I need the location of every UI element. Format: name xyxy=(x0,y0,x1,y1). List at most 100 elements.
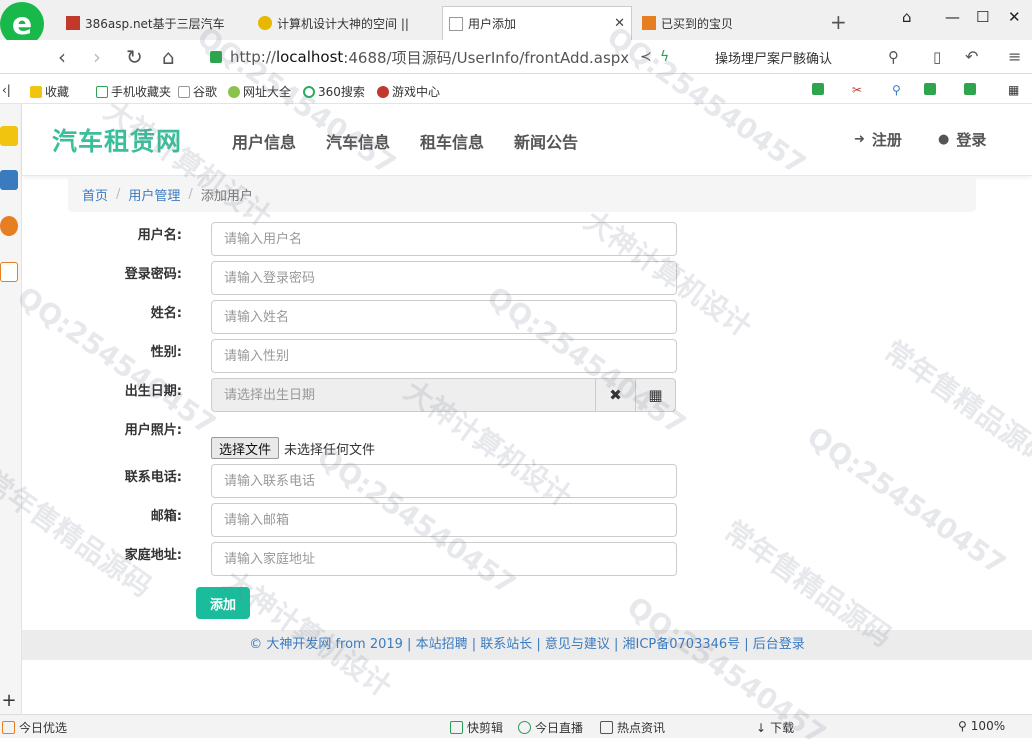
breadcrumb-home[interactable]: 首页 xyxy=(82,185,108,204)
password-input[interactable] xyxy=(211,261,677,295)
email-label: 邮箱: xyxy=(150,509,182,524)
address-bar-row: ‹ › ↻ ⌂ http://localhost:4688/项目源码/UserI… xyxy=(0,40,1032,74)
url-field[interactable]: http://localhost:4688/项目源码/UserInfo/fron… xyxy=(210,46,635,68)
add-button[interactable]: 添加 xyxy=(196,587,250,619)
bookmark-google[interactable]: 谷歌 xyxy=(178,83,217,100)
breadcrumb-separator: / xyxy=(116,186,121,202)
tab-designer-space[interactable]: 计算机设计大神的空间 || xyxy=(252,8,437,38)
photo-file-input: 选择文件 未选择任何文件 xyxy=(211,437,375,459)
nav-car-info[interactable]: 汽车信息 xyxy=(326,129,390,153)
password-label: 登录密码: xyxy=(124,267,182,282)
home-icon[interactable]: ⌂ xyxy=(162,45,175,69)
star-icon xyxy=(30,85,42,98)
maximize-icon[interactable]: ☐ xyxy=(976,8,989,26)
bookmark-favorites[interactable]: 收藏 xyxy=(30,83,69,100)
video-icon xyxy=(450,721,463,734)
wallet-icon[interactable] xyxy=(964,83,979,95)
globe-icon xyxy=(228,85,240,98)
news-icon xyxy=(600,721,613,734)
star-icon xyxy=(258,16,272,30)
bookmarks-prefix[interactable]: ‹| xyxy=(2,83,11,97)
page-icon xyxy=(178,85,190,98)
phone-input[interactable] xyxy=(211,464,677,498)
nav-rental-info[interactable]: 租车信息 xyxy=(420,129,484,153)
status-live[interactable]: 今日直播 xyxy=(518,719,583,736)
tab-386asp[interactable]: 386asp.net基于三层汽车 xyxy=(60,8,245,38)
bookmark-mobile[interactable]: 手机收藏夹 xyxy=(96,83,171,100)
file-status: 未选择任何文件 xyxy=(284,442,376,458)
close-tab-icon[interactable]: ✕ xyxy=(614,16,625,31)
nav-news[interactable]: 新闻公告 xyxy=(514,129,578,153)
360-icon xyxy=(303,85,315,98)
mail-icon[interactable] xyxy=(0,126,18,146)
breadcrumb-user-management[interactable]: 用户管理 xyxy=(128,185,180,204)
translate-icon[interactable] xyxy=(812,83,827,95)
shirt-icon[interactable]: ⌂ xyxy=(902,8,912,26)
phone-icon xyxy=(96,85,108,98)
browser-sidebar: + xyxy=(0,104,22,716)
username-label: 用户名: xyxy=(137,228,182,243)
reload-icon[interactable]: ↻ xyxy=(126,45,143,69)
login-link[interactable]: ● 登录 xyxy=(938,129,986,150)
magnifier-icon[interactable]: ⚲ xyxy=(892,83,901,97)
birthday-label: 出生日期: xyxy=(124,384,182,399)
breadcrumb-current: 添加用户 xyxy=(200,188,253,204)
bookmarks-bar: ‹| 收藏 手机收藏夹 谷歌 网址大全 360搜索 游戏中心 ✂ ⚲ ▦ xyxy=(0,78,1032,104)
tablet-icon[interactable]: ▯ xyxy=(933,48,941,66)
clear-date-icon[interactable]: ✖ xyxy=(596,378,636,412)
tab-user-add[interactable]: 用户添加 ✕ xyxy=(442,6,632,40)
share-icon[interactable]: ≺ xyxy=(640,49,652,65)
forward-icon[interactable]: › xyxy=(93,45,101,69)
watermark: QQ:254540457 xyxy=(801,420,1012,582)
search-box[interactable]: 操场埋尸案尸骸确认 xyxy=(715,46,915,68)
download-icon: ↓ xyxy=(756,720,767,735)
breadcrumb-separator: / xyxy=(188,186,193,202)
apps-grid-icon[interactable]: ▦ xyxy=(1008,83,1019,97)
birthday-input[interactable] xyxy=(211,378,596,412)
new-tab-button[interactable]: + xyxy=(830,10,847,34)
phone-label: 联系电话: xyxy=(124,470,182,485)
back-icon[interactable]: ‹ xyxy=(58,45,66,69)
favicon-icon xyxy=(66,16,80,30)
secure-shield-icon xyxy=(210,51,222,63)
game-icon xyxy=(377,85,389,98)
photo-label: 用户照片: xyxy=(124,423,182,438)
username-input[interactable] xyxy=(211,222,677,256)
name-input[interactable] xyxy=(211,300,677,334)
undo-icon[interactable]: ↶ xyxy=(965,47,978,66)
gender-input[interactable] xyxy=(211,339,677,373)
bookmark-360[interactable]: 360搜索 xyxy=(303,83,365,100)
favicon-icon xyxy=(642,16,656,30)
address-input[interactable] xyxy=(211,542,677,576)
minimize-icon[interactable]: — xyxy=(945,8,960,26)
bookmark-sites[interactable]: 网址大全 xyxy=(228,83,291,100)
site-footer[interactable]: © 大神开发网 from 2019 | 本站招聘 | 联系站长 | 意见与建议 … xyxy=(22,630,1032,660)
status-download[interactable]: ↓ 下载 xyxy=(756,719,794,736)
lightning-icon[interactable]: ϟ xyxy=(660,49,669,65)
nav-user-info[interactable]: 用户信息 xyxy=(232,129,296,153)
scissors-icon[interactable]: ✂ xyxy=(852,83,862,97)
zoom-level[interactable]: ⚲ 100% xyxy=(958,719,1005,733)
tab-purchased[interactable]: 已买到的宝贝 xyxy=(636,8,821,38)
status-quick-edit[interactable]: 快剪辑 xyxy=(450,719,503,736)
site-brand[interactable]: 汽车租赁网 xyxy=(52,122,182,158)
choose-file-button[interactable]: 选择文件 xyxy=(211,437,280,459)
add-icon[interactable]: + xyxy=(0,690,18,711)
status-hot-news[interactable]: 热点资讯 xyxy=(600,719,665,736)
today-picks[interactable]: 今日优选 xyxy=(2,719,67,736)
browser-tab-bar: e 386asp.net基于三层汽车 计算机设计大神的空间 || 用户添加 ✕ … xyxy=(0,0,1032,46)
menu-icon[interactable]: ≡ xyxy=(1008,47,1021,66)
watermark: 常年售精品源码 xyxy=(878,334,1032,474)
gamepad-icon[interactable] xyxy=(924,83,939,95)
bookmark-games[interactable]: 游戏中心 xyxy=(377,83,440,100)
register-link[interactable]: ➜ 注册 xyxy=(854,129,902,150)
search-icon[interactable]: ⚲ xyxy=(888,48,899,66)
name-label: 姓名: xyxy=(150,306,182,321)
list-icon[interactable] xyxy=(0,170,18,190)
browser-status-bar: 今日优选 快剪辑 今日直播 热点资讯 ↓ 下载 ⚲ 100% xyxy=(0,714,1032,738)
close-window-icon[interactable]: ✕ xyxy=(1008,8,1021,26)
breadcrumb: 首页 / 用户管理 / 添加用户 xyxy=(68,176,976,212)
email-input[interactable] xyxy=(211,503,677,537)
calendar-icon[interactable]: ▦ xyxy=(636,378,676,412)
gender-label: 性别: xyxy=(150,345,182,360)
